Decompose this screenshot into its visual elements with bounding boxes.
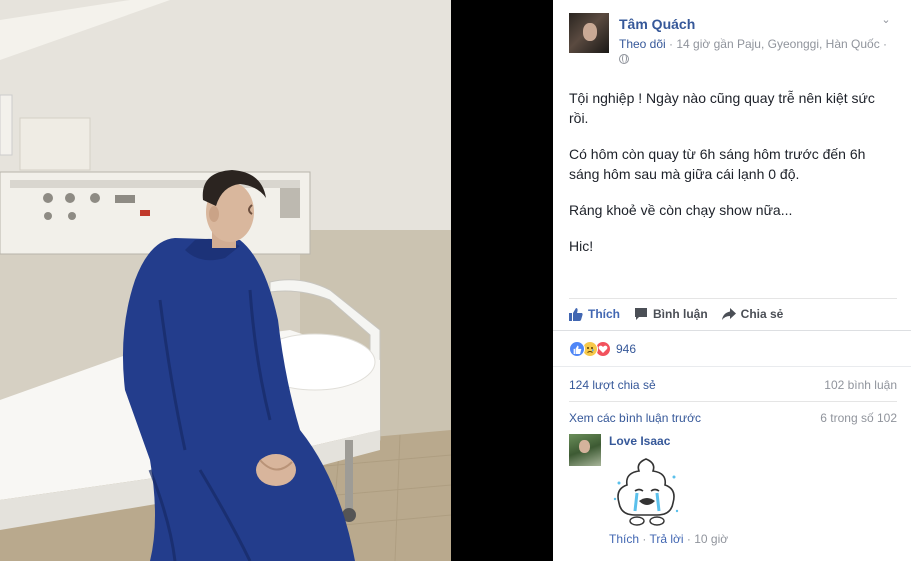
- share-icon: [721, 308, 736, 320]
- reaction-count: 946: [616, 342, 637, 356]
- like-icon: [569, 341, 585, 357]
- comment-actions: Thích · Trả lời · 10 giờ: [609, 532, 728, 546]
- sticker-drawing: [613, 458, 679, 526]
- photo-illustration: [0, 0, 451, 561]
- divider: [569, 298, 897, 299]
- divider: [553, 366, 911, 367]
- like-label: Thích: [588, 307, 620, 321]
- engagement-counts: 124 lượt chia sẻ 102 bình luận: [569, 378, 897, 392]
- crying-sticker-image[interactable]: [611, 455, 681, 527]
- comments-pager: Xem các bình luận trước 6 trong số 102: [569, 411, 897, 425]
- post-meta-text[interactable]: · 14 giờ gần Paju, Gyeonggi, Hàn Quốc ·: [669, 37, 887, 51]
- comment-count[interactable]: 102 bình luận: [824, 378, 897, 392]
- comment-label: Bình luận: [653, 307, 708, 321]
- post-meta: Theo dõi · 14 giờ gần Paju, Gyeonggi, Hà…: [619, 37, 887, 51]
- separator: ·: [639, 532, 650, 546]
- post-actions: Thích Bình luận Chia sẻ: [569, 304, 797, 324]
- post-paragraph: Có hôm còn quay từ 6h sáng hôm trước đến…: [569, 146, 866, 182]
- divider: [569, 401, 897, 402]
- divider: [553, 330, 911, 331]
- author-name[interactable]: Tâm Quách: [619, 16, 695, 32]
- post-photo[interactable]: [0, 0, 451, 561]
- reactions-summary[interactable]: 946: [569, 340, 636, 358]
- thumbs-up-icon: [569, 308, 583, 321]
- commenter-name[interactable]: Love Isaac: [609, 434, 670, 448]
- share-count[interactable]: 124 lượt chia sẻ: [569, 378, 656, 392]
- share-label: Chia sẻ: [740, 307, 784, 321]
- author-avatar[interactable]: [569, 13, 609, 53]
- post-paragraph: Tội nghiệp ! Ngày nào cũng quay trễ nên …: [569, 90, 875, 126]
- post-details-panel: Tâm Quách ⌄ Theo dõi · 14 giờ gần Paju, …: [553, 0, 911, 561]
- chevron-down-icon[interactable]: ⌄: [880, 14, 892, 26]
- comment-icon: [635, 308, 647, 320]
- commenter-avatar[interactable]: [569, 434, 601, 466]
- comment-reply-link[interactable]: Trả lời: [649, 532, 683, 546]
- post-paragraph: Ráng khoẻ về còn chạy show nữa...: [569, 202, 793, 218]
- post-paragraph: Hic!: [569, 238, 594, 254]
- comment-button[interactable]: Bình luận: [634, 307, 708, 321]
- follow-link[interactable]: Theo dõi: [619, 37, 666, 51]
- share-button[interactable]: Chia sẻ: [721, 307, 784, 321]
- post-text: Tội nghiệp ! Ngày nào cũng quay trễ nên …: [569, 88, 889, 272]
- like-button[interactable]: Thích: [569, 307, 620, 321]
- photo-viewer: Tâm Quách ⌄ Theo dõi · 14 giờ gần Paju, …: [0, 0, 911, 561]
- comment-like-link[interactable]: Thích: [609, 532, 639, 546]
- comments-pager-count: 6 trong số 102: [820, 411, 897, 425]
- comment-time[interactable]: · 10 giờ: [684, 532, 728, 546]
- view-previous-comments-link[interactable]: Xem các bình luận trước: [569, 411, 701, 425]
- globe-icon[interactable]: [619, 54, 629, 64]
